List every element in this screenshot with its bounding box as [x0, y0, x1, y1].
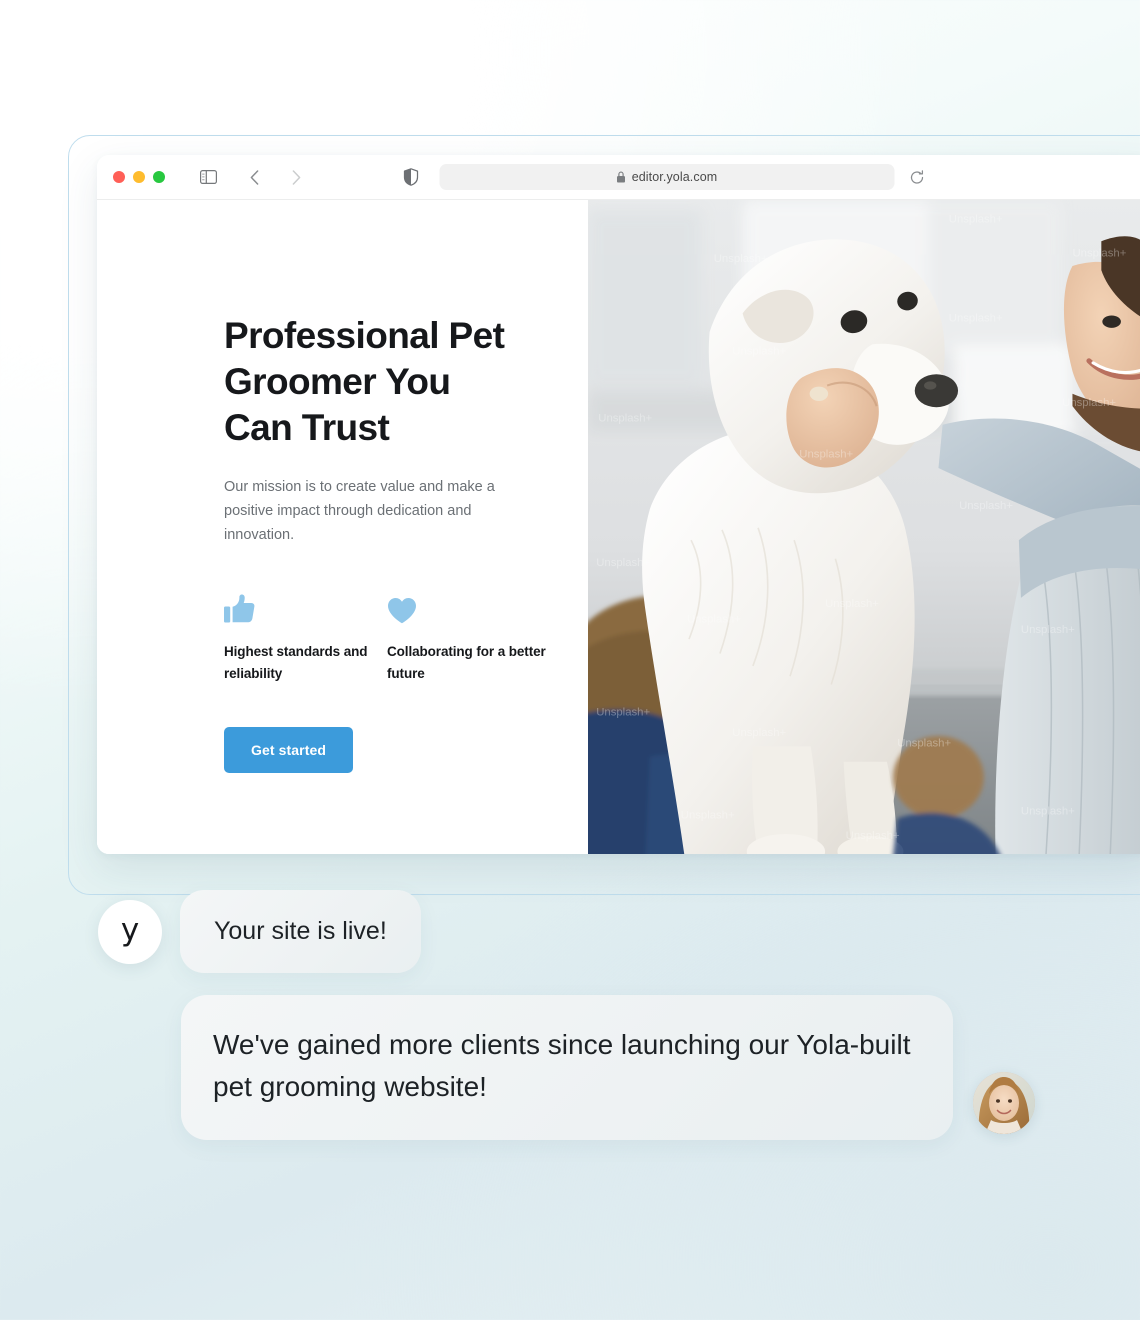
browser-toolbar: editor.yola.com: [97, 155, 1140, 200]
browser-window: editor.yola.com Professional Pet Groomer…: [97, 155, 1140, 854]
address-bar-url: editor.yola.com: [631, 170, 718, 184]
minimize-window-button[interactable]: [133, 171, 145, 183]
pet-grooming-photo: Unsplash+ Unsplash+ Unsplash+ Unsplash+ …: [588, 200, 1140, 854]
maximize-window-button[interactable]: [153, 171, 165, 183]
chat-bubble-user: We've gained more clients since launchin…: [181, 995, 953, 1141]
back-chevron-icon[interactable]: [241, 164, 267, 190]
svg-text:Unsplash+: Unsplash+: [732, 346, 786, 358]
svg-text:Unsplash+: Unsplash+: [897, 737, 951, 749]
svg-text:Unsplash+: Unsplash+: [1062, 397, 1116, 409]
feature-label: Highest standards and reliability: [224, 644, 368, 681]
get-started-button[interactable]: Get started: [224, 727, 354, 773]
chat-row-yola: y Your site is live!: [0, 890, 1140, 974]
feature-item: Collaborating for a better future: [387, 592, 550, 685]
svg-text:Unsplash+: Unsplash+: [714, 253, 768, 265]
hero-text-column: Professional Pet Groomer You Can Trust O…: [97, 200, 588, 854]
svg-text:Unsplash+: Unsplash+: [959, 500, 1013, 512]
yola-logo-avatar: y: [98, 899, 162, 964]
hero-photo: Unsplash+ Unsplash+ Unsplash+ Unsplash+ …: [588, 200, 1140, 854]
chat-row-user: We've gained more clients since launchin…: [0, 995, 1140, 1141]
chat-bubble-yola: Your site is live!: [180, 890, 421, 974]
feature-item: Highest standards and reliability: [224, 592, 387, 685]
heart-icon: [387, 592, 550, 624]
thumbs-up-icon: [224, 592, 387, 624]
svg-text:Unsplash+: Unsplash+: [1021, 624, 1075, 636]
svg-text:Unsplash+: Unsplash+: [1072, 248, 1126, 260]
svg-text:Unsplash+: Unsplash+: [825, 598, 879, 610]
svg-text:Unsplash+: Unsplash+: [687, 614, 741, 626]
svg-text:Unsplash+: Unsplash+: [949, 214, 1003, 226]
svg-text:Unsplash+: Unsplash+: [1021, 805, 1075, 817]
svg-text:Unsplash+: Unsplash+: [846, 830, 900, 842]
yola-logo-letter: y: [120, 911, 140, 948]
address-bar[interactable]: editor.yola.com: [439, 164, 924, 190]
forward-chevron-icon[interactable]: [283, 164, 309, 190]
svg-text:Unsplash+: Unsplash+: [732, 727, 786, 739]
avatar-photo: [973, 1072, 1035, 1135]
svg-text:Unsplash+: Unsplash+: [949, 313, 1003, 325]
site-preview: Professional Pet Groomer You Can Trust O…: [97, 200, 1140, 854]
page-title: Professional Pet Groomer You Can Trust: [224, 315, 505, 448]
window-traffic-lights: [113, 171, 165, 183]
chat-section: y Your site is live! We've gained more c…: [0, 890, 1140, 1141]
svg-text:Unsplash+: Unsplash+: [799, 449, 853, 461]
svg-text:Unsplash+: Unsplash+: [598, 413, 652, 425]
svg-text:Unsplash+: Unsplash+: [596, 706, 650, 718]
privacy-shield-icon[interactable]: [402, 167, 420, 187]
lock-icon: [617, 171, 626, 183]
svg-text:Unsplash+: Unsplash+: [681, 809, 735, 821]
feature-label: Collaborating for a better future: [387, 644, 546, 681]
close-window-button[interactable]: [113, 171, 125, 183]
sidebar-toggle-icon[interactable]: [195, 164, 221, 190]
user-avatar: [973, 1072, 1035, 1135]
svg-text:Unsplash+: Unsplash+: [596, 557, 650, 569]
hero-subtitle: Our mission is to create value and make …: [224, 479, 495, 543]
reload-icon[interactable]: [910, 169, 925, 185]
feature-list: Highest standards and reliability Collab…: [224, 592, 588, 685]
